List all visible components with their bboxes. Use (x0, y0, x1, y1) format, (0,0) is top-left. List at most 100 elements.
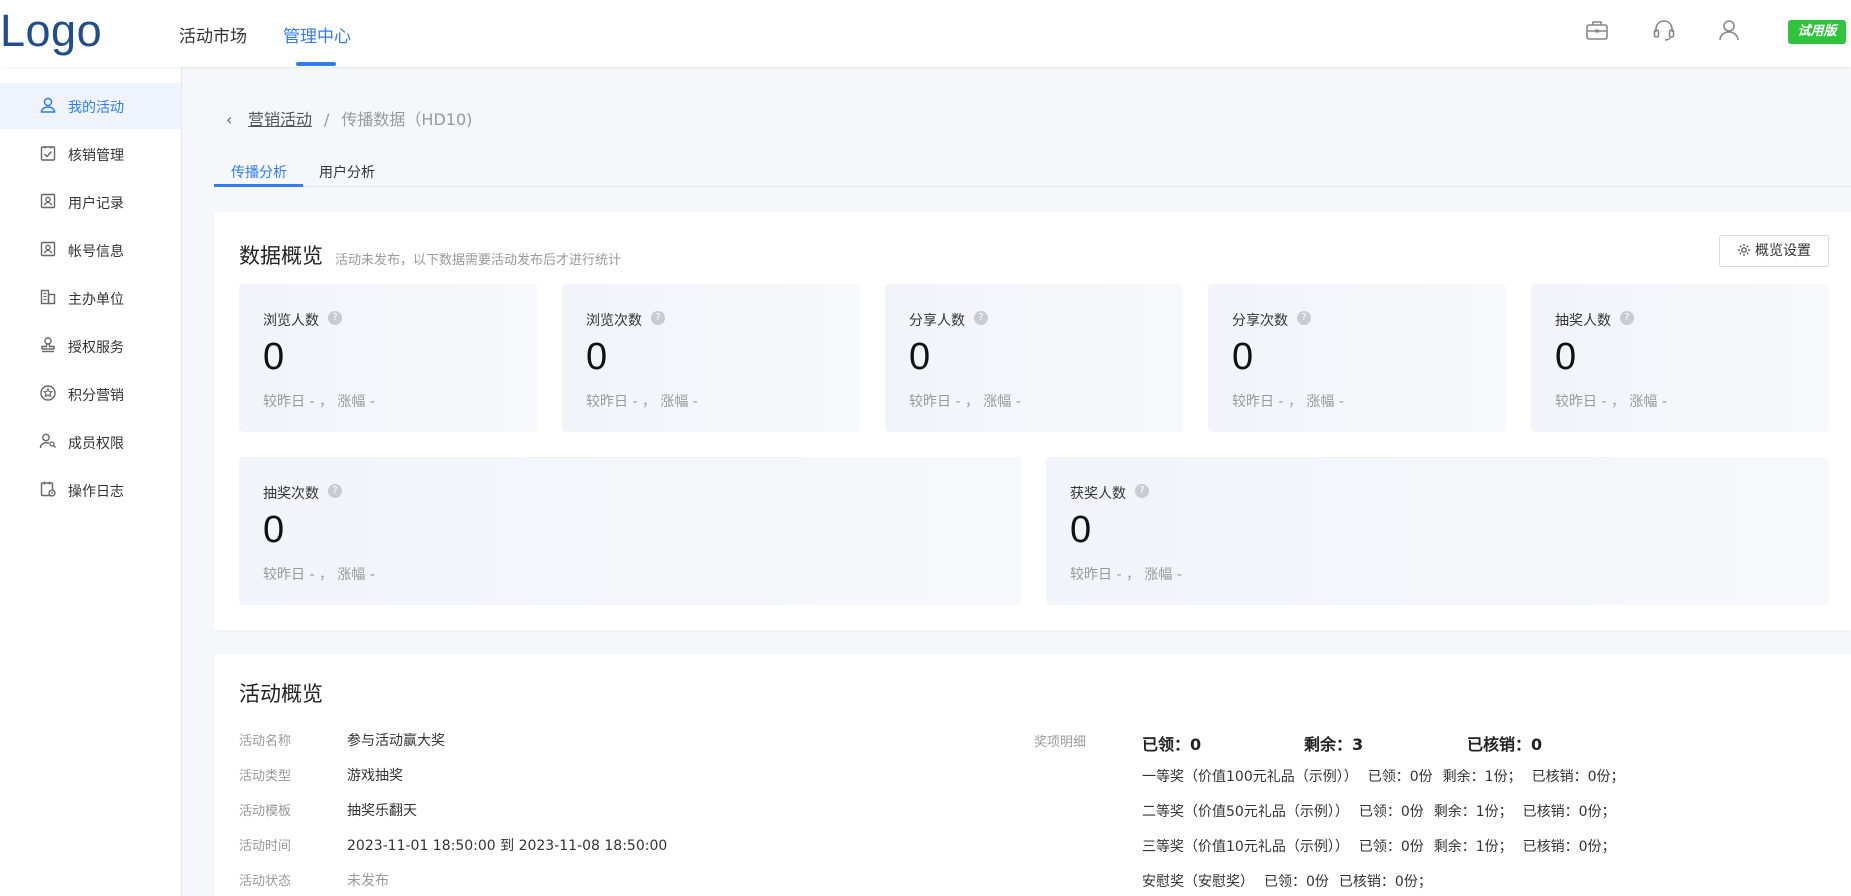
user-card-icon (40, 193, 56, 209)
tabs-divider (214, 186, 1851, 187)
help-icon[interactable]: ? (1135, 484, 1149, 498)
user-icon[interactable] (1716, 17, 1742, 43)
prize-row: 二等奖（价值50元礼品（示例）） 已领：0份 剩余：1份； 已核销：0份； (1142, 801, 1626, 821)
sidebar-item-operation-log[interactable]: 操作日志 (0, 467, 181, 513)
field-label: 活动时间 (239, 839, 292, 854)
stat-card-page-viewers: 浏览人数 ? 0 较昨日 - ， 涨幅 - (239, 284, 537, 432)
gear-icon (1738, 244, 1750, 256)
help-icon[interactable]: ? (651, 311, 665, 325)
field-value-activity-type: 游戏抽奖 (347, 768, 403, 784)
stat-trend: 较昨日 - ， 涨幅 - (909, 394, 1021, 410)
tab-active-indicator (214, 184, 303, 187)
data-overview-card: 数据概览 活动未发布，以下数据需要活动发布后才进行统计 概览设置 浏览人数 ? … (214, 212, 1851, 630)
stat-label: 抽奖次数 (263, 486, 319, 502)
star-badge-icon (40, 385, 56, 401)
prize-remaining: 剩余：1份； (1442, 769, 1522, 785)
stat-label: 浏览次数 (586, 313, 642, 329)
overview-settings-label: 概览设置 (1755, 243, 1811, 259)
stat-trend: 较昨日 - ， 涨幅 - (1232, 394, 1344, 410)
sidebar-item-label: 授权服务 (68, 340, 124, 356)
trial-badge[interactable]: 试用版 (1788, 20, 1846, 44)
prize-row: 三等奖（价值10元礼品（示例）） 已领：0份 剩余：1份； 已核销：0份； (1142, 836, 1626, 856)
sidebar-item-authorization[interactable]: 授权服务 (0, 323, 181, 369)
help-icon[interactable]: ? (1297, 311, 1311, 325)
briefcase-icon[interactable] (1584, 17, 1610, 43)
headset-icon[interactable] (1651, 17, 1677, 43)
prize-redeemed: 已核销：0份； (1338, 874, 1432, 890)
prize-received: 已领：0份 (1367, 769, 1433, 785)
prize-total-remaining: 剩余：3 (1304, 735, 1364, 754)
prize-name: 三等奖（价值10元礼品（示例）） (1142, 839, 1349, 855)
prize-received: 已领：0份 (1264, 874, 1329, 890)
field-label: 活动状态 (239, 874, 292, 889)
stat-trend: 较昨日 - ， 涨幅 - (586, 394, 698, 410)
sidebar-item-my-activities[interactable]: 我的活动 (0, 83, 181, 129)
help-icon[interactable]: ? (974, 311, 988, 325)
stat-trend: 较昨日 - ， 涨幅 - (1555, 394, 1667, 410)
stat-value: 0 (263, 509, 285, 551)
stat-value: 0 (1232, 336, 1254, 378)
sidebar-item-redemption[interactable]: 核销管理 (0, 131, 181, 177)
prize-redeemed: 已核销：0份； (1531, 769, 1625, 785)
stat-card-sharers: 分享人数 ? 0 较昨日 - ， 涨幅 - (885, 284, 1183, 432)
prize-total-received: 已领：0 (1142, 735, 1202, 754)
help-icon[interactable]: ? (328, 311, 342, 325)
tab-spread-analysis[interactable]: 传播分析 (231, 162, 287, 182)
sidebar-item-points-marketing[interactable]: 积分营销 (0, 371, 181, 417)
sidebar-item-organizer[interactable]: 主办单位 (0, 275, 181, 321)
nav-activity-market[interactable]: 活动市场 (179, 22, 247, 47)
prize-redeemed: 已核销：0份； (1522, 839, 1616, 855)
stat-card-winners: 获奖人数 ? 0 较昨日 - ， 涨幅 - (1046, 457, 1829, 605)
prize-row: 安慰奖（安慰奖） 已领：0份 已核销：0份； (1142, 871, 1442, 891)
stat-value: 0 (1555, 336, 1577, 378)
chevron-left-icon[interactable]: ‹ (226, 110, 236, 129)
sidebar-item-label: 操作日志 (68, 484, 124, 500)
stat-label: 分享次数 (1232, 313, 1288, 329)
user-icon (40, 97, 56, 113)
stat-card-lottery-draws: 抽奖次数 ? 0 较昨日 - ， 涨幅 - (239, 457, 1022, 605)
stat-trend: 较昨日 - ， 涨幅 - (1070, 567, 1182, 583)
sidebar-item-user-records[interactable]: 用户记录 (0, 179, 181, 225)
overview-settings-button[interactable]: 概览设置 (1719, 235, 1829, 267)
help-icon[interactable]: ? (1620, 311, 1634, 325)
prize-details-label: 奖项明细 (1034, 735, 1087, 750)
sidebar-item-label: 主办单位 (68, 292, 124, 308)
breadcrumb: ‹ 营销活动 / 传播数据（HD10) (226, 106, 472, 130)
stat-label: 浏览人数 (263, 313, 319, 329)
checklist-icon (40, 146, 56, 161)
prize-received: 已领：0份 (1358, 804, 1424, 820)
nav-active-indicator (296, 62, 336, 66)
user-key-icon (39, 433, 56, 449)
stat-trend: 较昨日 - ， 涨幅 - (263, 394, 375, 410)
sidebar-item-label: 成员权限 (68, 436, 124, 452)
sidebar: 我的活动 核销管理 用户记录 帐号信息 主办单位 授权服务 积分营销 成员权限 … (0, 67, 182, 896)
prize-redeemed: 已核销：0份； (1522, 804, 1616, 820)
field-label: 活动类型 (239, 769, 292, 784)
sidebar-item-member-permissions[interactable]: 成员权限 (0, 419, 181, 465)
activity-overview-title: 活动概览 (239, 682, 323, 706)
logo[interactable]: Logo (0, 5, 102, 57)
data-overview-subtitle: 活动未发布，以下数据需要活动发布后才进行统计 (335, 253, 622, 268)
stat-card-lottery-participants: 抽奖人数 ? 0 较昨日 - ， 涨幅 - (1531, 284, 1829, 432)
tab-user-analysis[interactable]: 用户分析 (319, 162, 375, 182)
activity-overview-card: 活动概览 活动名称 参与活动赢大奖 活动类型 游戏抽奖 活动模板 抽奖乐翻天 活… (214, 654, 1851, 896)
prize-remaining: 剩余：1份； (1433, 839, 1513, 855)
stat-value: 0 (263, 336, 285, 378)
sidebar-item-label: 我的活动 (68, 100, 124, 116)
sidebar-item-account-info[interactable]: 帐号信息 (0, 227, 181, 273)
breadcrumb-separator: / (324, 110, 330, 129)
stat-label: 获奖人数 (1070, 486, 1126, 502)
stat-value: 0 (909, 336, 931, 378)
prize-name: 安慰奖（安慰奖） (1142, 874, 1254, 890)
nav-management-center[interactable]: 管理中心 (283, 22, 351, 47)
stat-card-shares: 分享次数 ? 0 较昨日 - ， 涨幅 - (1208, 284, 1506, 432)
calendar-log-icon (40, 481, 56, 497)
help-icon[interactable]: ? (328, 484, 342, 498)
prize-row: 一等奖（价值100元礼品（示例）） 已领：0份 剩余：1份； 已核销：0份； (1142, 766, 1635, 786)
breadcrumb-parent-link[interactable]: 营销活动 (248, 110, 312, 129)
data-overview-title: 数据概览 (239, 244, 323, 268)
stat-card-page-views: 浏览次数 ? 0 较昨日 - ， 涨幅 - (562, 284, 860, 432)
sidebar-item-label: 积分营销 (68, 388, 124, 404)
stat-trend: 较昨日 - ， 涨幅 - (263, 567, 375, 583)
sidebar-item-label: 帐号信息 (68, 244, 124, 260)
